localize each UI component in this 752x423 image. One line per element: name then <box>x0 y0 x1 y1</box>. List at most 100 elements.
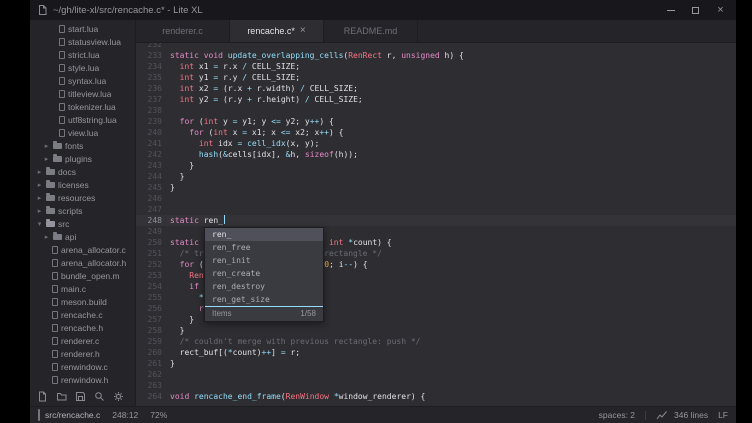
folder-icon <box>46 208 55 214</box>
tree-item-plugins[interactable]: ▸plugins <box>30 152 135 165</box>
search-icon[interactable] <box>94 391 105 402</box>
tree-item-renwindow.c[interactable]: renwindow.c <box>30 360 135 373</box>
tree-item-arena_allocator.h[interactable]: arena_allocator.h <box>30 256 135 269</box>
code-line-262[interactable]: 262 <box>136 369 736 380</box>
tree-item-licenses[interactable]: ▸licenses <box>30 178 135 191</box>
autocomplete-popup: ren_ren_freeren_initren_createren_destro… <box>204 227 324 322</box>
statusbar-cursor-position[interactable]: 248:12 <box>112 410 138 420</box>
tree-item-utf8string.lua[interactable]: utf8string.lua <box>30 113 135 126</box>
code-line-248[interactable]: 248static ren_ <box>136 215 736 226</box>
maximize-button[interactable] <box>690 5 701 16</box>
tree-item-docs[interactable]: ▸docs <box>30 165 135 178</box>
autocomplete-item-ren_destroy[interactable]: ren_destroy <box>205 280 323 293</box>
tree-item-rencache.c[interactable]: rencache.c <box>30 308 135 321</box>
settings-icon[interactable] <box>113 391 124 402</box>
close-tab-icon[interactable]: × <box>300 26 306 36</box>
tree-item-rencache.h[interactable]: rencache.h <box>30 321 135 334</box>
code-line-258[interactable]: 258 } <box>136 325 736 336</box>
save-icon[interactable] <box>75 391 86 402</box>
code-line-261[interactable]: 261} <box>136 358 736 369</box>
tree-item-view.lua[interactable]: view.lua <box>30 126 135 139</box>
code-line-240[interactable]: 240 for (int x = x1; x <= x2; x++) { <box>136 127 736 138</box>
tree-item-resources[interactable]: ▸resources <box>30 191 135 204</box>
autocomplete-item-ren_[interactable]: ren_ <box>205 228 323 241</box>
code-line-246[interactable]: 246 <box>136 193 736 204</box>
tree-item-label: bundle_open.m <box>61 271 120 281</box>
code-text: } <box>170 358 736 369</box>
tree-item-arena_allocator.c[interactable]: arena_allocator.c <box>30 243 135 256</box>
code-line-238[interactable]: 238 <box>136 105 736 116</box>
tree-item-renwindow.h[interactable]: renwindow.h <box>30 373 135 386</box>
autocomplete-item-ren_init[interactable]: ren_init <box>205 254 323 267</box>
file-icon <box>59 90 65 98</box>
file-icon <box>52 350 58 358</box>
tree-item-main.c[interactable]: main.c <box>30 282 135 295</box>
code-line-264[interactable]: 264void rencache_end_frame(RenWindow *wi… <box>136 391 736 402</box>
tree-item-meson.build[interactable]: meson.build <box>30 295 135 308</box>
new-file-icon[interactable] <box>37 391 48 402</box>
code-line-239[interactable]: 239 for (int y = y1; y <= y2; y++) { <box>136 116 736 127</box>
chevron-right-icon: ▸ <box>36 168 43 176</box>
tree-item-bundle_open.m[interactable]: bundle_open.m <box>30 269 135 282</box>
code-line-233[interactable]: 233static void update_overlapping_cells(… <box>136 50 736 61</box>
tree-item-label: tokenizer.lua <box>68 102 116 112</box>
tree-item-start.lua[interactable]: start.lua <box>30 22 135 35</box>
code-line-236[interactable]: 236 int x2 = (r.x + r.width) / CELL_SIZE… <box>136 83 736 94</box>
status-bar: src/rencache.c 248:12 72% spaces: 2 346 … <box>30 406 736 423</box>
code-line-232[interactable]: 232 <box>136 43 736 50</box>
tree-item-src[interactable]: ▾ src <box>30 217 135 230</box>
statusbar-indent-mode[interactable]: spaces: 2 <box>599 410 635 420</box>
autocomplete-item-ren_get_size[interactable]: ren_get_size <box>205 293 323 306</box>
tree-item-titleview.lua[interactable]: titleview.lua <box>30 87 135 100</box>
tree-item-label: src <box>58 219 69 229</box>
file-icon <box>52 337 58 345</box>
code-line-244[interactable]: 244 } <box>136 171 736 182</box>
chevron-down-icon: ▾ <box>36 220 43 228</box>
tree-item-statusview.lua[interactable]: statusview.lua <box>30 35 135 48</box>
tree-item-scripts[interactable]: ▸scripts <box>30 204 135 217</box>
tree-item-api[interactable]: ▸api <box>30 230 135 243</box>
code-line-242[interactable]: 242 hash(&cells[idx], &h, sizeof(h)); <box>136 149 736 160</box>
code-line-243[interactable]: 243 } <box>136 160 736 171</box>
tab-readme-md[interactable]: README.md <box>324 20 418 42</box>
code-area[interactable]: 232233static void update_overlapping_cel… <box>136 43 736 406</box>
autocomplete-item-ren_create[interactable]: ren_create <box>205 267 323 280</box>
code-line-234[interactable]: 234 int x1 = r.x / CELL_SIZE; <box>136 61 736 72</box>
tab-rencache-c[interactable]: rencache.c* × <box>230 20 324 42</box>
code-line-260[interactable]: 260 rect_buf[(*count)++] = r; <box>136 347 736 358</box>
file-icon <box>52 246 58 254</box>
code-line-241[interactable]: 241 int idx = cell_idx(x, y); <box>136 138 736 149</box>
tree-item-tokenizer.lua[interactable]: tokenizer.lua <box>30 100 135 113</box>
minimize-button[interactable] <box>665 5 676 16</box>
code-line-245[interactable]: 245} <box>136 182 736 193</box>
statusbar-divider <box>645 411 646 420</box>
code-text <box>170 105 736 116</box>
code-text: hash(&cells[idx], &h, sizeof(h)); <box>170 149 736 160</box>
tree-item-label: arena_allocator.h <box>61 258 126 268</box>
line-number: 260 <box>136 347 170 358</box>
statusbar-line-ending[interactable]: LF <box>718 410 728 420</box>
tree-item-label: licenses <box>58 180 89 190</box>
code-text: rect_buf[(*count)++] = r; <box>170 347 736 358</box>
tree-item-renderer.c[interactable]: renderer.c <box>30 334 135 347</box>
tree-item-label: strict.lua <box>68 50 100 60</box>
tree-item-syntax.lua[interactable]: syntax.lua <box>30 74 135 87</box>
code-line-247[interactable]: 247 <box>136 204 736 215</box>
code-text: int x1 = r.x / CELL_SIZE; <box>170 61 736 72</box>
close-button[interactable]: × <box>715 5 726 16</box>
code-text: static ren_ <box>170 215 736 226</box>
window-controls: × <box>665 5 726 16</box>
line-number: 243 <box>136 160 170 171</box>
open-folder-icon[interactable] <box>56 391 67 402</box>
tree-item-strict.lua[interactable]: strict.lua <box>30 48 135 61</box>
autocomplete-item-ren_free[interactable]: ren_free <box>205 241 323 254</box>
chevron-right-icon: ▸ <box>43 233 50 241</box>
tree-item-renderer.h[interactable]: renderer.h <box>30 347 135 360</box>
code-line-259[interactable]: 259 /* couldn't merge with previous rect… <box>136 336 736 347</box>
tree-item-style.lua[interactable]: style.lua <box>30 61 135 74</box>
tree-item-fonts[interactable]: ▸fonts <box>30 139 135 152</box>
code-line-235[interactable]: 235 int y1 = r.y / CELL_SIZE; <box>136 72 736 83</box>
code-line-263[interactable]: 263 <box>136 380 736 391</box>
tab-renderer-c[interactable]: renderer.c <box>136 20 230 42</box>
code-line-237[interactable]: 237 int y2 = (r.y + r.height) / CELL_SIZ… <box>136 94 736 105</box>
